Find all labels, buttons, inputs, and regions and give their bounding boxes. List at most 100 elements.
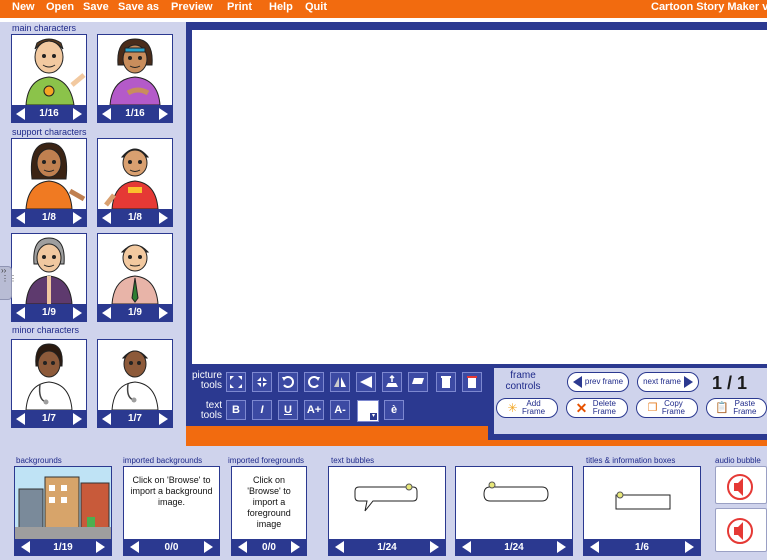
character-card-support-4[interactable]: 1/9 [97, 233, 173, 322]
character-portrait[interactable] [12, 139, 86, 209]
delete-item-button[interactable] [436, 372, 456, 392]
next-arrow-icon[interactable] [73, 306, 82, 319]
story-canvas[interactable] [192, 30, 767, 364]
picture-tools-label: picture tools [191, 370, 222, 391]
next-arrow-icon[interactable] [73, 107, 82, 120]
character-nav: 1/16 [12, 105, 86, 122]
imported-backgrounds-card[interactable]: Click on 'Browse' to import a background… [123, 466, 220, 556]
prev-arrow-icon[interactable] [102, 107, 111, 120]
prev-arrow-icon[interactable] [335, 541, 344, 553]
text-bubble-count: 1/24 [377, 541, 397, 553]
character-portrait[interactable] [98, 340, 172, 410]
menu-preview[interactable]: Preview [171, 1, 213, 13]
imported-foregrounds-card[interactable]: Click on 'Browse' to import a foreground… [231, 466, 307, 556]
rotate-right-button[interactable] [304, 372, 324, 392]
grip-icon: ⋮⋮ [1, 274, 17, 283]
prev-arrow-icon[interactable] [130, 541, 139, 553]
prev-frame-button[interactable]: prev frame [567, 372, 629, 392]
prev-arrow-icon[interactable] [102, 306, 111, 319]
shrink-button[interactable] [252, 372, 272, 392]
character-card-minor-2[interactable]: 1/7 [97, 339, 173, 428]
prev-arrow-icon[interactable] [102, 211, 111, 224]
next-arrow-icon[interactable] [685, 541, 694, 553]
delete-frame-button[interactable]: ✕ Delete Frame [566, 398, 628, 418]
character-card-main-1[interactable]: 1/16 [11, 34, 87, 123]
next-arrow-icon[interactable] [204, 541, 213, 553]
title-box-thumbnail[interactable] [584, 467, 700, 539]
next-frame-button[interactable]: next frame [637, 372, 699, 392]
prev-arrow-icon[interactable] [102, 412, 111, 425]
next-arrow-icon[interactable] [73, 211, 82, 224]
font-size-up-button[interactable]: A+ [304, 400, 324, 420]
next-arrow-icon[interactable] [96, 541, 105, 553]
next-arrow-icon[interactable] [557, 541, 566, 553]
audio-bubble-speaker[interactable] [715, 466, 767, 504]
menu-quit[interactable]: Quit [305, 1, 327, 13]
character-card-support-2[interactable]: 1/8 [97, 138, 173, 227]
italic-button[interactable]: I [252, 400, 272, 420]
prev-arrow-icon[interactable] [462, 541, 471, 553]
thought-bubble-thumbnail[interactable] [456, 467, 572, 539]
text-bubbles-label: text bubbles [331, 456, 375, 465]
backgrounds-card[interactable]: 1/19 [14, 466, 112, 556]
character-nav: 1/7 [12, 410, 86, 427]
menu-new[interactable]: New [12, 1, 35, 13]
character-card-minor-1[interactable]: 1/7 [11, 339, 87, 428]
prev-arrow-icon[interactable] [21, 541, 30, 553]
text-bubble-card-1[interactable]: 1/24 [328, 466, 446, 556]
rotate-left-button[interactable] [278, 372, 298, 392]
next-arrow-icon[interactable] [430, 541, 439, 553]
next-arrow-icon[interactable] [291, 541, 300, 553]
special-characters-button[interactable]: è [384, 400, 404, 420]
character-portrait[interactable] [98, 139, 172, 209]
menu-save-as[interactable]: Save as [118, 1, 159, 13]
next-arrow-icon[interactable] [159, 107, 168, 120]
character-portrait[interactable] [12, 340, 86, 410]
menu-save[interactable]: Save [83, 1, 109, 13]
flip-horizontal-button[interactable] [330, 372, 350, 392]
prev-arrow-icon[interactable] [16, 306, 25, 319]
character-count: 1/16 [125, 108, 145, 119]
character-portrait[interactable] [12, 234, 86, 304]
enlarge-button[interactable] [226, 372, 246, 392]
flip-vertical-button[interactable] [356, 372, 376, 392]
bring-forward-button[interactable] [382, 372, 402, 392]
next-arrow-icon[interactable] [159, 211, 168, 224]
character-card-main-2[interactable]: 1/16 [97, 34, 173, 123]
character-portrait[interactable] [98, 35, 172, 105]
paste-frame-button[interactable]: 📋 Paste Frame [706, 398, 767, 418]
background-thumbnail[interactable] [15, 467, 111, 539]
bold-button[interactable]: B [226, 400, 246, 420]
prev-arrow-icon[interactable] [590, 541, 599, 553]
send-backward-button[interactable] [408, 372, 428, 392]
prev-arrow-icon[interactable] [16, 412, 25, 425]
delete-all-button[interactable] [462, 372, 482, 392]
prev-arrow-icon[interactable] [238, 541, 247, 553]
character-count: 1/16 [39, 108, 59, 119]
text-color-picker[interactable]: ▾ [357, 400, 379, 422]
main-characters-label: main characters [12, 23, 77, 33]
copy-frame-button[interactable]: ❐ Copy Frame [636, 398, 698, 418]
text-bubble-card-2[interactable]: 1/24 [455, 466, 573, 556]
audio-bubble-speaker-muted[interactable] [715, 508, 767, 552]
panel-toggle-handle[interactable]: ›› ⋮⋮ [0, 266, 17, 300]
character-portrait[interactable] [98, 234, 172, 304]
character-portrait[interactable] [12, 35, 86, 105]
character-card-support-1[interactable]: 1/8 [11, 138, 87, 227]
shrink-icon [257, 377, 267, 387]
next-arrow-icon[interactable] [159, 306, 168, 319]
character-card-support-3[interactable]: 1/9 [11, 233, 87, 322]
menu-open[interactable]: Open [46, 1, 74, 13]
character-nav: 1/8 [12, 209, 86, 226]
speech-bubble-thumbnail[interactable] [329, 467, 445, 539]
font-size-down-button[interactable]: A- [330, 400, 350, 420]
menu-help[interactable]: Help [269, 1, 293, 13]
prev-arrow-icon[interactable] [16, 211, 25, 224]
prev-arrow-icon[interactable] [16, 107, 25, 120]
next-arrow-icon[interactable] [73, 412, 82, 425]
underline-button[interactable]: U [278, 400, 298, 420]
menu-print[interactable]: Print [227, 1, 252, 13]
titles-card[interactable]: 1/6 [583, 466, 701, 556]
next-arrow-icon[interactable] [159, 412, 168, 425]
add-frame-button[interactable]: ✳ Add Frame [496, 398, 558, 418]
